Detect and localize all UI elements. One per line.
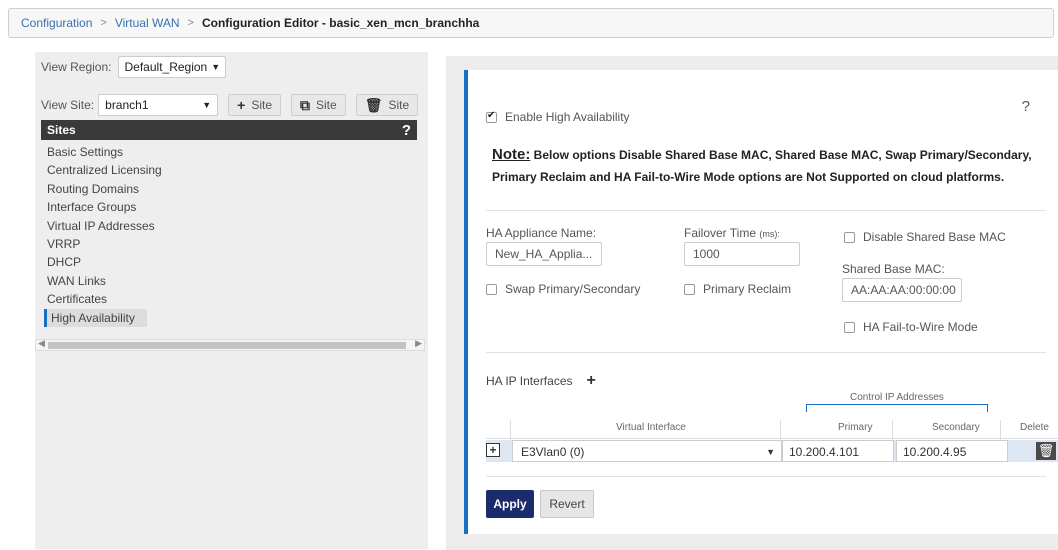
swap-row: Swap Primary/Secondary (486, 282, 640, 296)
column-primary: Primary (838, 422, 873, 433)
site-item-high-availability[interactable]: High Availability (44, 308, 147, 327)
sites-header: Sites ? (41, 120, 417, 140)
table-row: + E3Vlan0 (0) ▼ 10.200.4.101 10.200.4.95… (486, 440, 1058, 462)
add-site-label: Site (251, 98, 273, 112)
cloud-note: Note: Below options Disable Shared Base … (492, 144, 1052, 188)
view-site-value: branch1 (105, 98, 149, 112)
virtual-interface-select[interactable]: E3Vlan0 (0) ▼ (512, 440, 782, 462)
breadcrumb: Configuration > Virtual WAN > Configurat… (8, 8, 1054, 38)
primary-reclaim-checkbox[interactable] (684, 283, 695, 295)
failover-time-input[interactable]: 1000 (684, 242, 800, 266)
scrollbar-thumb[interactable] (48, 342, 406, 349)
copy-site-label: Site (316, 98, 337, 112)
table-header: Virtual Interface Primary Secondary Dele… (486, 418, 1058, 438)
caret-down-icon: ▼ (766, 447, 775, 457)
swap-label: Swap Primary/Secondary (505, 282, 641, 296)
horizontal-scrollbar[interactable]: ◀ ▶ (35, 338, 425, 351)
secondary-ip-input[interactable]: 10.200.4.95 (896, 440, 1008, 462)
site-item-dhcp[interactable]: DHCP (47, 253, 162, 271)
fail-to-wire-label: HA Fail-to-Wire Mode (863, 320, 978, 334)
add-site-button[interactable]: + Site (228, 94, 282, 116)
view-site-select[interactable]: branch1 ▼ (98, 94, 219, 116)
primary-reclaim-row: Primary Reclaim (684, 282, 791, 296)
ha-ip-interfaces-header: HA IP Interfaces + (486, 372, 596, 390)
divider (486, 476, 1046, 477)
site-item-vrrp[interactable]: VRRP (47, 235, 162, 253)
view-region-select[interactable]: Default_Region ▼ (117, 56, 226, 78)
site-item-routing-domains[interactable]: Routing Domains (47, 180, 162, 198)
column-delete: Delete (1020, 422, 1049, 433)
disable-shared-mac-row: Disable Shared Base MAC (844, 230, 1006, 244)
primary-ip-input[interactable]: 10.200.4.101 (782, 440, 894, 462)
view-region-value: Default_Region (124, 60, 208, 74)
breadcrumb-separator-icon: > (100, 17, 107, 29)
column-secondary: Secondary (932, 422, 980, 433)
ha-appliance-name-input[interactable]: New_HA_Applia... (486, 242, 602, 266)
divider (486, 352, 1046, 353)
copy-icon: ⧉ (300, 96, 311, 113)
apply-button[interactable]: Apply (486, 490, 534, 518)
fail-to-wire-row: HA Fail-to-Wire Mode (844, 320, 978, 334)
trash-icon[interactable]: 🗑 (1036, 442, 1056, 460)
view-site-row: View Site: branch1 ▼ + Site ⧉ Site 🗑 Sit… (41, 94, 419, 116)
fail-to-wire-checkbox[interactable] (844, 321, 855, 333)
failover-time-label-text: Failover Time (684, 226, 757, 240)
view-region-label: View Region: (41, 60, 112, 74)
control-ip-label: Control IP Addresses (848, 392, 946, 403)
trash-icon: 🗑 (364, 96, 383, 113)
disable-shared-mac-checkbox[interactable] (844, 231, 855, 243)
breadcrumb-current: Configuration Editor - basic_xen_mcn_bra… (201, 16, 480, 30)
primary-reclaim-label: Primary Reclaim (703, 282, 792, 296)
ha-ip-interfaces-label: HA IP Interfaces (486, 374, 573, 388)
expand-row-icon[interactable]: + (486, 443, 500, 457)
note-text: Below options Disable Shared Base MAC, S… (492, 148, 1032, 184)
caret-down-icon: ▼ (202, 100, 212, 110)
sites-header-title: Sites (47, 123, 76, 137)
plus-icon: + (237, 97, 246, 113)
enable-ha-row: Enable High Availability (486, 110, 630, 124)
enable-ha-label: Enable High Availability (505, 110, 630, 124)
breadcrumb-configuration[interactable]: Configuration (21, 16, 92, 30)
site-item-centralized-licensing[interactable]: Centralized Licensing (47, 161, 162, 179)
view-site-label: View Site: (41, 98, 95, 112)
enable-ha-checkbox[interactable] (486, 110, 497, 123)
site-item-virtual-ip-addresses[interactable]: Virtual IP Addresses (47, 217, 162, 235)
revert-button[interactable]: Revert (540, 490, 594, 518)
shared-base-mac-input[interactable]: AA:AA:AA:00:00:00 (842, 278, 962, 302)
site-item-interface-groups[interactable]: Interface Groups (47, 198, 162, 216)
delete-site-label: Site (388, 98, 410, 112)
note-title: Note: (492, 146, 531, 163)
site-settings-list: Basic Settings Centralized Licensing Rou… (44, 143, 162, 327)
high-availability-card: ? Enable High Availability Note: Below o… (464, 70, 1058, 534)
swap-checkbox[interactable] (486, 283, 497, 295)
scroll-left-icon[interactable]: ◀ (38, 338, 45, 349)
view-region-row: View Region: Default_Region ▼ (41, 56, 226, 78)
help-icon[interactable]: ? (402, 122, 411, 139)
ha-appliance-name-label: HA Appliance Name: (486, 226, 597, 240)
control-ip-bracket (806, 404, 988, 412)
help-icon[interactable]: ? (1022, 98, 1030, 115)
copy-site-button[interactable]: ⧉ Site (291, 94, 346, 116)
failover-time-unit: (ms): (759, 229, 780, 239)
scroll-right-icon[interactable]: ▶ (415, 338, 422, 349)
failover-time-label: Failover Time (ms): (684, 226, 780, 240)
site-item-wan-links[interactable]: WAN Links (47, 272, 162, 290)
delete-site-button[interactable]: 🗑 Site (355, 94, 419, 116)
divider (486, 210, 1046, 211)
virtual-interface-value: E3Vlan0 (0) (521, 445, 585, 459)
breadcrumb-separator-icon: > (187, 17, 194, 29)
caret-down-icon: ▼ (211, 62, 221, 72)
shared-base-mac-label: Shared Base MAC: (842, 262, 945, 276)
column-virtual-interface: Virtual Interface (616, 422, 686, 433)
disable-shared-mac-label: Disable Shared Base MAC (863, 230, 1006, 244)
breadcrumb-virtual-wan[interactable]: Virtual WAN (115, 16, 180, 30)
site-navigation-panel: View Region: Default_Region ▼ View Site:… (35, 52, 428, 549)
site-item-basic-settings[interactable]: Basic Settings (47, 143, 162, 161)
site-item-certificates[interactable]: Certificates (47, 290, 162, 308)
add-interface-plus-icon[interactable]: + (587, 372, 596, 390)
table-header-line (486, 438, 1058, 439)
